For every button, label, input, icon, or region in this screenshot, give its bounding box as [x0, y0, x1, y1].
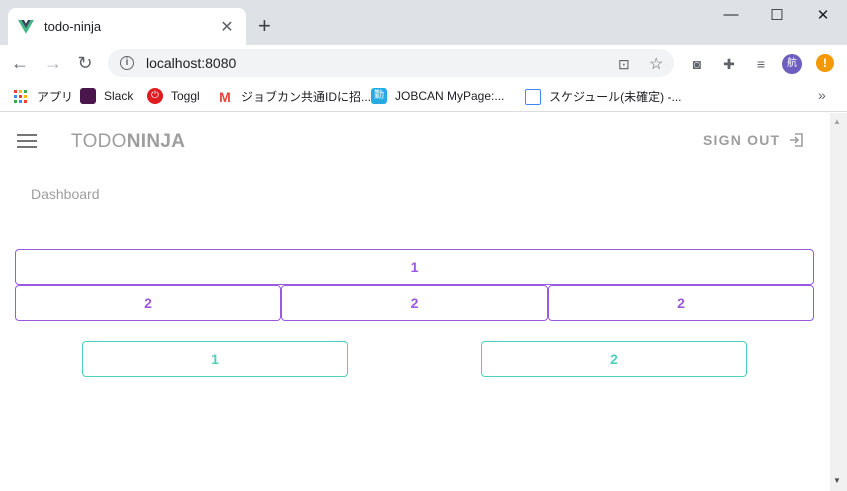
slack-icon [80, 88, 96, 104]
bookmark-jobcan-mypage[interactable]: 勤 JOBCAN MyPage:... [371, 88, 504, 104]
scroll-down-arrow-icon[interactable]: ▼ [833, 476, 841, 485]
tab-strip: todo-ninja ✕ + — ☐ ✕ [0, 0, 847, 45]
translate-icon[interactable]: ⊡ [618, 56, 630, 73]
reload-icon[interactable]: ↻ [75, 53, 95, 73]
bookmark-label: スケジュール(未確定) -... [549, 90, 682, 104]
window-close-button[interactable]: ✕ [800, 6, 846, 24]
breadcrumb: Dashboard [31, 186, 100, 202]
star-icon[interactable]: ☆ [649, 54, 663, 74]
app-brand: TODONINJA [71, 131, 185, 153]
vue-logo-icon [18, 19, 34, 34]
profile-avatar[interactable]: 航 [782, 54, 802, 74]
scroll-up-arrow-icon[interactable]: ▲ [833, 117, 841, 126]
bookmark-label: JOBCAN MyPage:... [395, 89, 505, 103]
grid-button-row2-col3[interactable]: 2 [548, 285, 814, 321]
offset-button-2[interactable]: 2 [481, 341, 747, 377]
toggl-icon: ⏻ [147, 88, 163, 104]
offset-button-1[interactable]: 1 [82, 341, 348, 377]
browser-tab[interactable]: todo-ninja ✕ [8, 8, 246, 45]
grid-button-row1-col1[interactable]: 1 [15, 249, 814, 285]
update-badge-icon[interactable]: ! [816, 54, 834, 72]
bookmark-schedule[interactable]: スケジュール(未確定) -... [525, 88, 682, 105]
maximize-button[interactable]: ☐ [754, 6, 800, 24]
forward-arrow-icon[interactable]: → [43, 53, 63, 73]
url-text[interactable]: localhost:8080 [146, 55, 236, 71]
media-queue-icon[interactable]: ≡ [752, 55, 770, 73]
puzzle-icon[interactable]: ✚ [720, 55, 738, 73]
tab-title: todo-ninja [44, 19, 102, 34]
bookmark-label: Slack [104, 89, 134, 103]
brand-light: TODO [71, 131, 127, 152]
bookmark-label: Toggl [171, 89, 200, 103]
minimize-button[interactable]: — [708, 6, 754, 23]
bookmark-slack[interactable]: Slack [80, 88, 133, 104]
browser-toolbar: ← → ↻ i localhost:8080 ⊡ ☆ ◙ ✚ ≡ 航 ! [0, 45, 847, 81]
bookmark-jobcan-invite[interactable]: M ジョブカン共通IDに招... [217, 88, 371, 105]
new-tab-button[interactable]: + [258, 14, 271, 38]
extension-bulb-icon[interactable]: ◙ [688, 55, 706, 73]
calendar-icon [525, 88, 541, 105]
tab-close-icon[interactable]: ✕ [218, 17, 236, 37]
bookmark-label: ジョブカン共通IDに招... [241, 90, 372, 104]
address-bar[interactable]: i localhost:8080 ⊡ ☆ [108, 49, 674, 77]
app-page: TODONINJA SIGN OUT Dashboard 1 2 2 2 1 2 [0, 113, 830, 491]
bookmark-apps[interactable]: アプリ [13, 88, 73, 105]
bookmarks-bar: アプリ Slack ⏻ Toggl M ジョブカン共通IDに招... 勤 JOB… [0, 81, 847, 112]
brand-bold: NINJA [126, 131, 186, 152]
bookmark-label: アプリ [37, 90, 74, 104]
jobcan-icon: 勤 [371, 88, 387, 104]
sign-out-label: SIGN OUT [703, 132, 781, 148]
back-arrow-icon[interactable]: ← [10, 53, 30, 73]
vertical-scrollbar[interactable] [830, 113, 847, 491]
gmail-icon: M [219, 88, 231, 105]
bookmark-toggl[interactable]: ⏻ Toggl [147, 88, 200, 104]
site-info-icon[interactable]: i [120, 56, 134, 70]
grid-button-row2-col1[interactable]: 2 [15, 285, 281, 321]
bookmarks-more-icon[interactable]: » [818, 87, 826, 103]
exit-icon [790, 133, 804, 147]
menu-icon[interactable] [17, 134, 37, 148]
apps-grid-icon [14, 89, 27, 103]
grid-button-row2-col2[interactable]: 2 [281, 285, 548, 321]
sign-out-button[interactable]: SIGN OUT [703, 132, 804, 148]
